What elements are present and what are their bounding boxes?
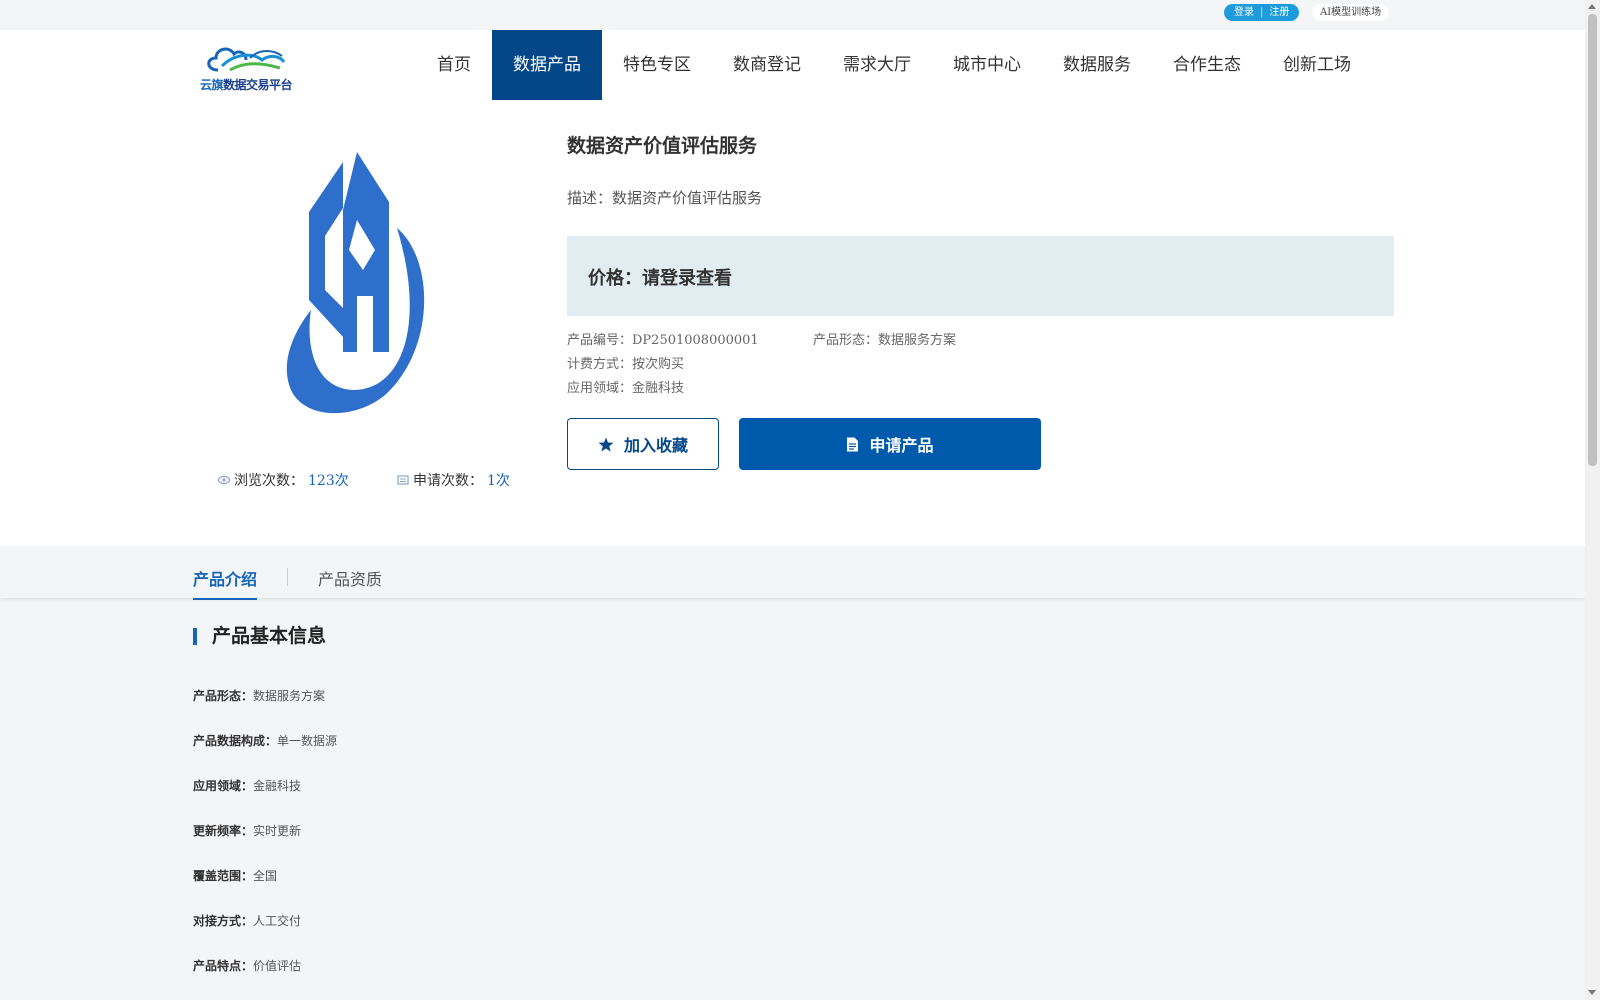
scroll-down-arrow-icon[interactable] [1588,990,1596,995]
file-icon [847,437,859,451]
price-box: 价格：请登录查看 [567,236,1394,316]
info-value: 全国 [253,869,278,883]
info-value: 单一数据源 [277,734,338,748]
info-row: 产品特点：价值评估 [193,957,301,974]
auth-links: 登录 | 注册 [1224,4,1300,21]
nav-merchant-registration[interactable]: 数商登记 [712,30,822,100]
info-label: 产品形态： [193,689,254,703]
site-header: 云旗数据交易平台 首页 数据产品 特色专区 数商登记 需求大厅 城市中心 数据服… [0,30,1585,102]
star-icon [598,437,614,451]
views-value: 123次 [308,473,349,489]
detail-tabs: 产品介绍 产品资质 [0,546,1585,600]
tab-product-intro[interactable]: 产品介绍 [193,566,258,600]
logo-text-prefix: 云旗 [200,78,224,92]
scroll-up-arrow-icon[interactable] [1588,4,1596,9]
info-row: 更新频率：实时更新 [193,822,301,839]
tab-divider [287,568,288,586]
nav-innovation-workshop[interactable]: 创新工场 [1262,30,1372,100]
document-icon [397,475,409,485]
applies-value: 1次 [487,473,510,489]
info-value: 人工交付 [253,914,302,928]
info-label: 产品特点： [193,959,254,973]
logo-text-suffix: 数据交易平台 [223,78,293,92]
info-row: 产品形态：数据服务方案 [193,687,325,704]
eye-icon [218,475,230,485]
main-nav: 首页 数据产品 特色专区 数商登记 需求大厅 城市中心 数据服务 合作生态 创新… [416,30,1372,100]
info-label: 覆盖范围： [193,869,254,883]
site-logo[interactable]: 云旗数据交易平台 [200,40,300,94]
nav-data-services[interactable]: 数据服务 [1042,30,1152,100]
nav-featured-zone[interactable]: 特色专区 [602,30,712,100]
cloud-logo-icon [207,47,286,72]
info-label: 应用领域： [193,779,254,793]
info-label: 对接方式： [193,914,254,928]
info-row: 应用领域：金融科技 [193,777,301,794]
product-logo-image [286,152,425,414]
product-code: 产品编号：DP2501008000001 [567,333,759,348]
nav-home[interactable]: 首页 [416,30,492,100]
views-label: 浏览次数： [234,473,304,489]
nav-partner-ecosystem[interactable]: 合作生态 [1152,30,1262,100]
info-value: 实时更新 [253,824,302,838]
section-title: 产品基本信息 [193,627,326,646]
price-text: 价格：请登录查看 [588,268,732,289]
apply-product-button[interactable]: 申请产品 [739,418,1041,470]
top-bar: 登录 | 注册 AI模型训练场 [0,0,1585,30]
register-link[interactable]: 注册 [1269,4,1289,21]
application-domain: 应用领域：金融科技 [567,381,685,396]
applies-label: 申请次数： [413,473,483,489]
product-description: 描述：数据资产价值评估服务 [567,189,763,207]
apply-product-label: 申请产品 [869,436,934,455]
billing-method: 计费方式：按次购买 [567,357,685,372]
add-favorite-button[interactable]: 加入收藏 [567,418,719,470]
tab-product-qualification[interactable]: 产品资质 [318,566,382,598]
product-form: 产品形态：数据服务方案 [813,333,957,348]
views-stat: 浏览次数： 123次 [218,470,349,490]
scroll-thumb[interactable] [1588,14,1597,466]
product-title: 数据资产价值评估服务 [567,135,758,157]
info-label: 更新频率： [193,824,254,838]
info-value: 金融科技 [253,779,302,793]
nav-demand-hall[interactable]: 需求大厅 [822,30,932,100]
auth-separator: | [1260,7,1264,18]
info-value: 数据服务方案 [253,689,326,703]
add-favorite-label: 加入收藏 [623,436,688,455]
logo-text: 云旗数据交易平台 [200,76,293,93]
info-row: 覆盖范围：全国 [193,867,277,884]
info-label: 产品数据构成： [193,734,278,748]
login-link[interactable]: 登录 [1234,4,1254,21]
ai-training-link[interactable]: AI模型训练场 [1312,4,1390,21]
nav-city-center[interactable]: 城市中心 [932,30,1042,100]
info-row: 对接方式：人工交付 [193,912,301,929]
info-value: 价值评估 [253,959,302,973]
page-scrollbar[interactable] [1585,0,1600,1000]
info-row: 产品数据构成：单一数据源 [193,732,337,749]
nav-data-products[interactable]: 数据产品 [492,30,602,100]
applies-stat: 申请次数： 1次 [397,470,510,490]
